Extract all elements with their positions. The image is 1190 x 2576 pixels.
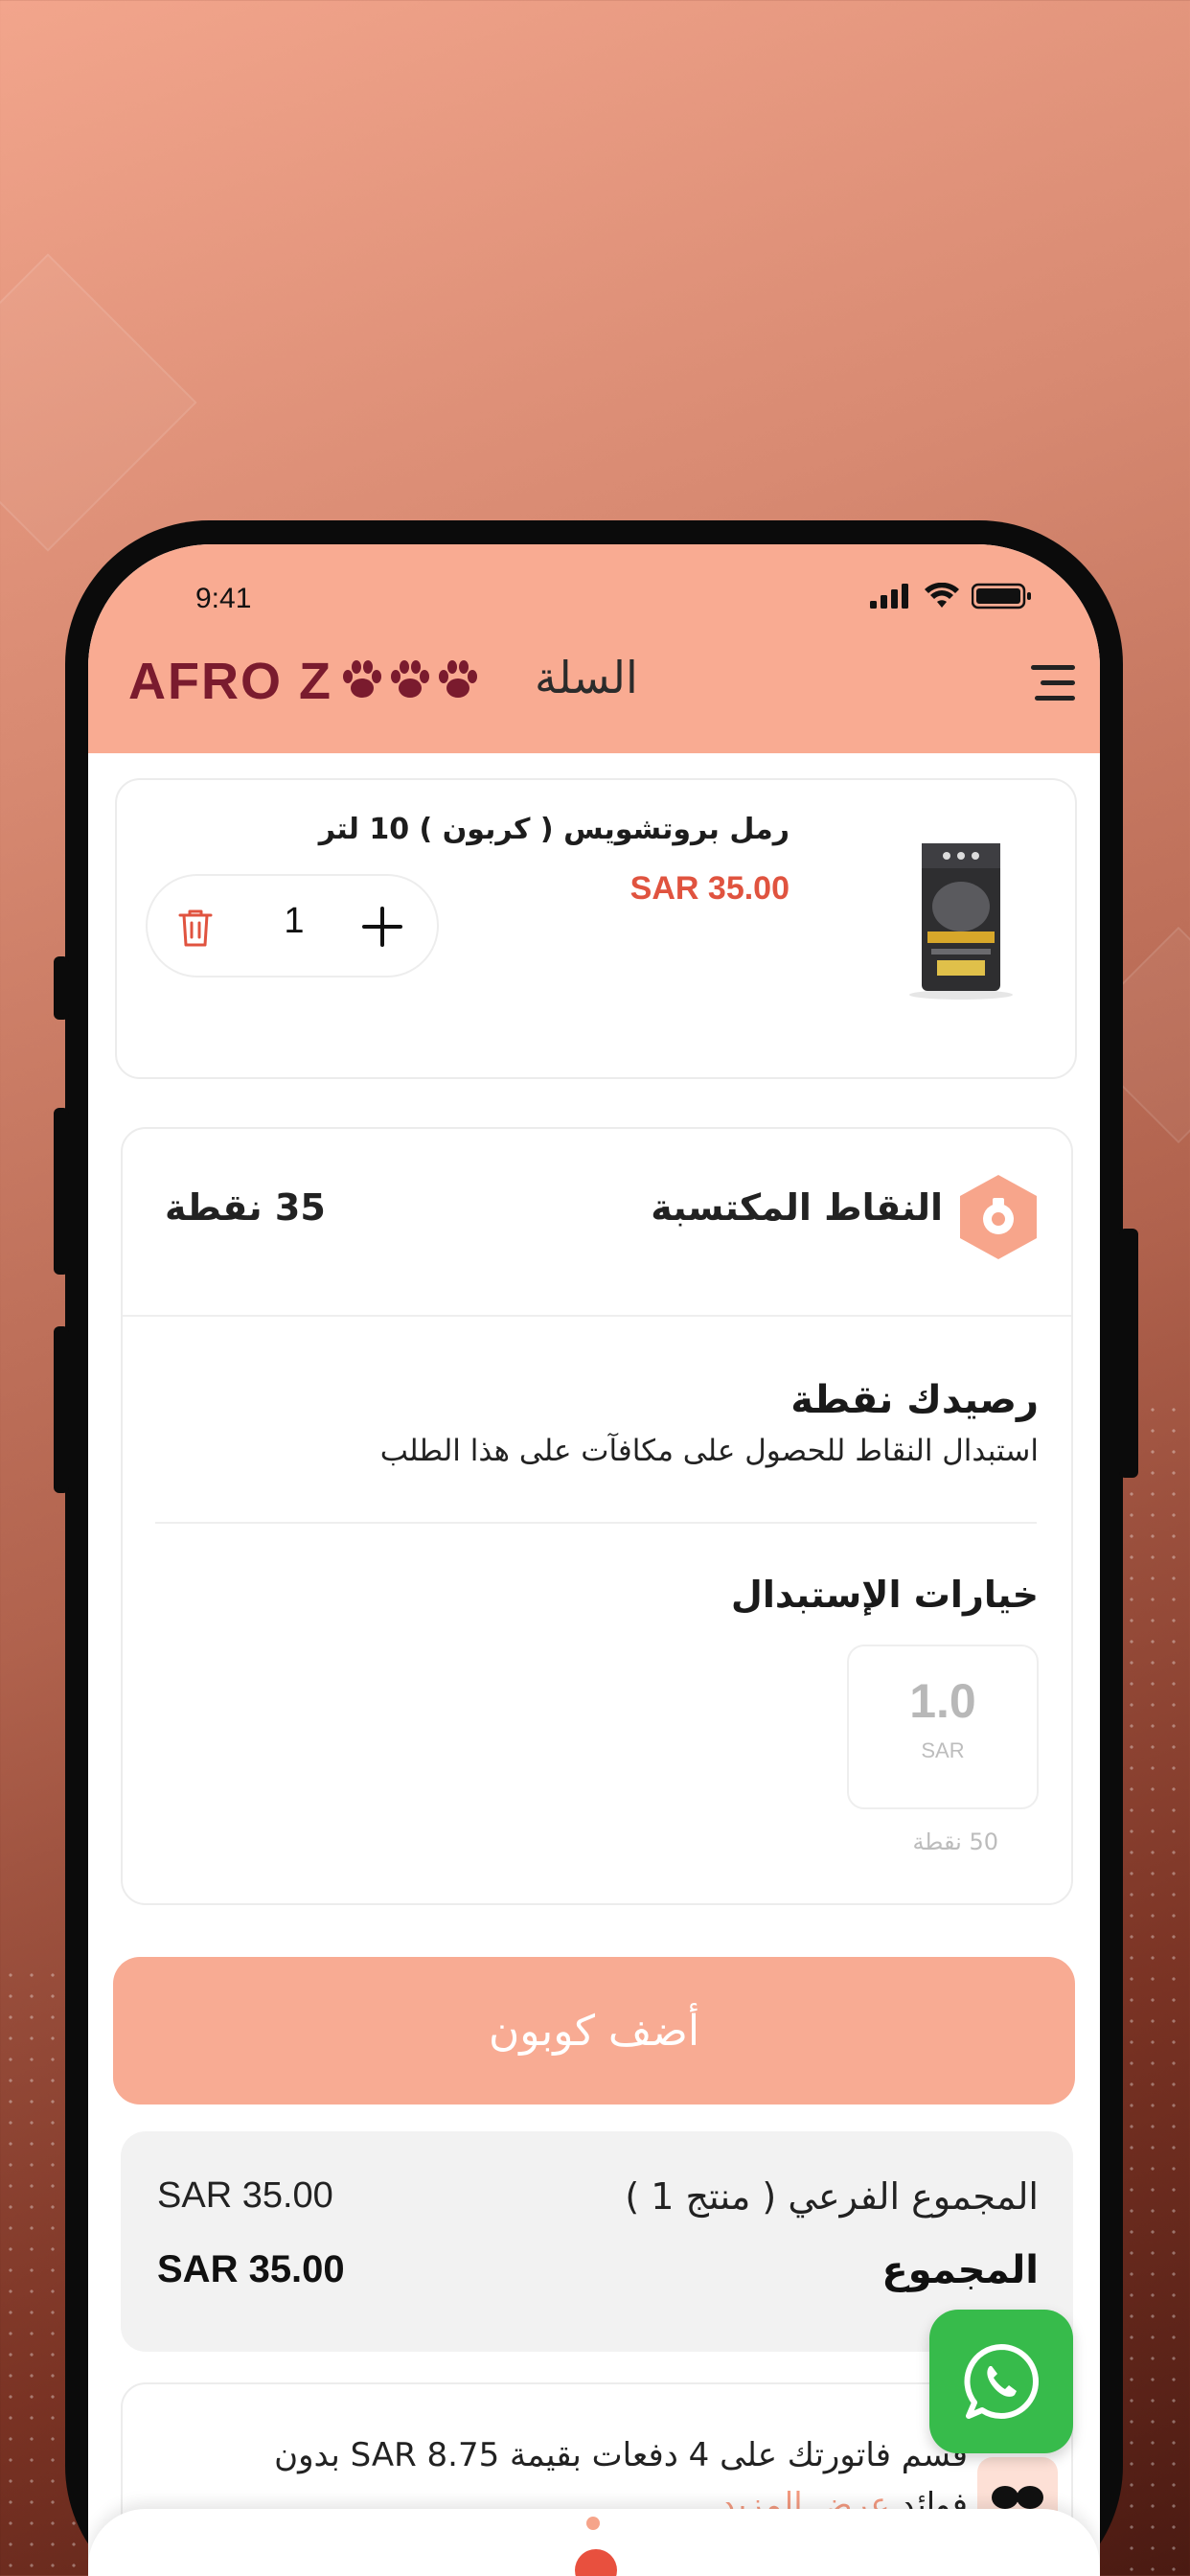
redeem-option-value: 1.0 <box>909 1674 976 1728</box>
status-icons <box>870 583 1033 610</box>
total-value: SAR 35.00 <box>157 2248 345 2290</box>
paw-icon <box>390 660 429 698</box>
product-price: SAR 35.00 <box>629 870 790 907</box>
brand-logo: AFRO Z <box>128 652 480 711</box>
redeem-option-currency: SAR <box>921 1738 965 1762</box>
redeem-option[interactable]: 1.0 SAR <box>847 1644 1039 1809</box>
redeem-option-points: 50 نقطة <box>912 1828 998 1855</box>
plus-icon[interactable] <box>360 905 404 949</box>
sheet-badge <box>575 2549 617 2576</box>
points-earned: 35 نقطة <box>165 1186 326 1229</box>
whatsapp-button[interactable] <box>929 2310 1073 2453</box>
phone-volume-down <box>54 1326 69 1493</box>
installment-text: قسم فاتورتك على 4 دفعات بقيمة SAR 8.75 ب… <box>274 2436 968 2474</box>
app-screen: 9:41 AFRO Z السلة رمل بروتشويس (كربون)… <box>88 544 1100 2576</box>
product-image[interactable] <box>908 840 1014 1000</box>
cart-item: رمل بروتشويس ( كربون ) 10 لتر SAR 35.00 … <box>115 778 1077 1079</box>
sheet-indicator-dot <box>586 2517 600 2530</box>
wifi-icon <box>925 583 959 608</box>
balance-title: رصيدك نقطة <box>790 1378 1039 1422</box>
top-bar: 9:41 AFRO Z السلة <box>88 544 1100 753</box>
divider <box>155 1522 1037 1524</box>
phone-power-button <box>1119 1229 1138 1478</box>
paw-icon <box>438 660 477 698</box>
paw-icons <box>340 659 480 703</box>
loyalty-points-card: النقاط المكتسبة 35 نقطة رصيدك نقطة استبد… <box>121 1127 1073 1905</box>
brand-text: AFRO Z <box>128 653 332 710</box>
points-label: النقاط المكتسبة <box>651 1186 943 1229</box>
balance-description: استبدال النقاط للحصول على مكافآت على هذا… <box>379 1434 1039 1468</box>
battery-icon <box>972 583 1031 610</box>
page-title: السلة <box>535 652 638 703</box>
phone-volume-up <box>54 1108 69 1275</box>
divider <box>123 1315 1071 1317</box>
order-summary: المجموع الفرعي ( منتج 1 ) SAR 35.00 المج… <box>121 2131 1073 2352</box>
paw-icon <box>342 660 381 698</box>
signal-icon <box>870 584 908 609</box>
bg-diamond <box>0 253 197 552</box>
menu-icon[interactable] <box>1025 659 1079 707</box>
subtotal-value: SAR 35.00 <box>157 2175 333 2216</box>
whatsapp-icon <box>964 2344 1039 2420</box>
total-label: المجموع <box>881 2248 1039 2292</box>
bg-dots <box>1121 1399 1190 2576</box>
add-coupon-button[interactable]: أضف كوبون <box>113 1957 1075 2104</box>
quantity-stepper: 1 <box>146 874 439 978</box>
redeem-options-title: خيارات الإستبدال <box>730 1574 1039 1616</box>
points-hex-icon <box>960 1175 1037 1259</box>
subtotal-label: المجموع الفرعي ( منتج 1 ) <box>625 2175 1039 2218</box>
product-name[interactable]: رمل بروتشويس ( كربون ) 10 لتر <box>319 813 790 846</box>
phone-silent-switch <box>54 956 69 1020</box>
bottom-sheet[interactable] <box>88 2509 1100 2576</box>
status-time: 9:41 <box>195 583 252 614</box>
